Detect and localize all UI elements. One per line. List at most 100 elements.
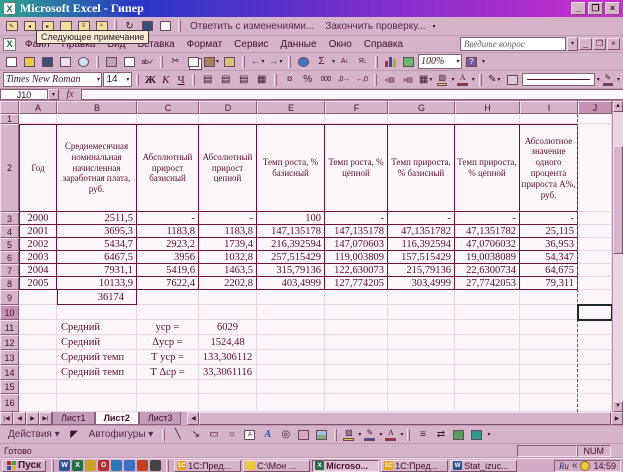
task-button[interactable]: XMicroso... [312,460,379,472]
toolbar-options-icon[interactable]: ▾ [617,76,620,83]
row-header-16[interactable]: 16 [0,394,19,412]
row-header-2[interactable]: 2 [0,124,19,212]
cell-H8[interactable]: 27,7742053 [455,277,520,290]
start-button[interactable]: Пуск [2,460,46,472]
sheet-tab-Лист1[interactable]: Лист1 [52,412,95,425]
draw-border-icon[interactable]: ✎▾ [486,72,503,87]
open-folder-icon[interactable] [21,54,38,69]
cell-H2[interactable]: Темп прироста, % цепной [455,124,520,212]
cell-C6[interactable]: 3956 [137,251,199,264]
sort-descending-icon[interactable]: Я↓ [354,54,371,69]
cell-G8[interactable]: 303,4999 [388,277,455,290]
edit-comment-icon[interactable]: ✎ [3,19,20,34]
zoom-select[interactable]: 100%▾ [418,54,462,69]
clock-icon[interactable] [580,461,590,471]
decrease-indent-icon[interactable]: «▤ [381,72,398,87]
align-center-icon[interactable]: ▤ [217,72,234,87]
italic-button[interactable]: К [159,74,173,86]
cell-H5[interactable]: 47,0706032 [455,238,520,251]
undo-icon[interactable]: ←▾ [249,54,266,69]
cell-H9[interactable] [455,290,520,305]
cell-A3[interactable]: 2000 [19,212,57,225]
wordart-icon[interactable]: А [259,427,276,442]
tray-collapse-icon[interactable]: « [572,460,578,471]
column-header-H[interactable]: H [455,101,520,114]
help-icon[interactable]: ? [463,54,480,69]
line-style-dropdown-icon[interactable]: ▾ [597,76,600,83]
cell-F8[interactable]: 127,774205 [325,277,388,290]
comma-style-icon[interactable]: 000 [317,72,334,87]
cell-I4[interactable]: 25,115 [520,225,578,238]
cell-G9[interactable] [388,290,455,305]
chat-icon[interactable] [137,460,148,471]
format-painter-icon[interactable] [221,54,238,69]
horizontal-scrollbar[interactable]: ◀ ▶ [187,412,623,425]
row-header-15[interactable]: 15 [0,380,19,394]
font-color-icon[interactable]: А [455,73,469,87]
cell-B5[interactable]: 5434,7 [57,238,137,251]
cell-I16[interactable] [520,394,578,412]
line-color-icon[interactable]: ✎ [601,73,615,87]
cell-H14[interactable] [455,365,520,380]
cell-F15[interactable] [325,380,388,394]
column-header-C[interactable]: C [137,101,199,114]
sort-ascending-icon[interactable]: А↓ [336,54,353,69]
cell-B14[interactable]: Средний темп [57,365,137,380]
row-header-3[interactable]: 3 [0,212,19,225]
last-sheet-icon[interactable]: ▶| [39,412,52,425]
cell-D15[interactable] [199,380,257,394]
cell-A12[interactable] [19,335,57,350]
cell-B12[interactable]: Средний [57,335,137,350]
column-header-I[interactable]: I [520,101,578,114]
merge-center-icon[interactable]: ▦ [253,72,270,87]
opera-icon[interactable]: O [98,460,109,471]
borders-icon[interactable]: ▦▾ [417,72,434,87]
cell-C2[interactable]: Абсолютный прирост базисный [137,124,199,212]
cell-H10[interactable] [455,305,520,320]
column-header-E[interactable]: E [257,101,325,114]
text-box-icon[interactable]: A [241,427,258,442]
row-header-14[interactable]: 14 [0,365,19,380]
arrow-icon[interactable]: ↘ [187,427,204,442]
cell-J12[interactable] [578,335,612,350]
cell-G11[interactable] [388,320,455,335]
row-header-9[interactable]: 9 [0,290,19,305]
cell-F16[interactable] [325,394,388,412]
fill-color-icon[interactable]: ▨ [435,73,449,87]
cell-J5[interactable] [578,238,612,251]
cell-B8[interactable]: 10133,9 [57,277,137,290]
cell-I7[interactable]: 64,675 [520,264,578,277]
excel-icon[interactable]: X [72,460,83,471]
cell-E13[interactable] [257,350,325,365]
cell-I11[interactable] [520,320,578,335]
cell-F1[interactable] [325,114,388,124]
row-header-12[interactable]: 12 [0,335,19,350]
cell-C14[interactable]: Т Δср = [137,365,199,380]
cell-B11[interactable]: Средний [57,320,137,335]
menu-item-Справка[interactable]: Справка [358,37,409,52]
cell-F14[interactable] [325,365,388,380]
workbook-close-button[interactable]: × [607,38,620,50]
cell-C13[interactable]: Т уср = [137,350,199,365]
cell-E12[interactable] [257,335,325,350]
percent-icon[interactable]: % [299,72,316,87]
cell-E15[interactable] [257,380,325,394]
font-color-dropdown-icon[interactable]: ▾ [472,76,475,83]
paste-icon[interactable]: ▾ [203,54,220,69]
fill-color-icon[interactable]: ▨ [341,428,356,442]
cell-A4[interactable]: 2001 [19,225,57,238]
cell-I6[interactable]: 54,347 [520,251,578,264]
sheet-tab-Лист3[interactable]: Лист3 [139,412,182,425]
cell-G1[interactable] [388,114,455,124]
toolbar-options-icon[interactable]: ▾ [433,23,436,30]
cell-E16[interactable] [257,394,325,412]
cell-A16[interactable] [19,394,57,412]
cell-D2[interactable]: Абсолютный прирост цепной [199,124,257,212]
cell-G13[interactable] [388,350,455,365]
cell-I9[interactable] [520,290,578,305]
select-all-corner[interactable] [0,101,19,114]
cell-G7[interactable]: 215,79136 [388,264,455,277]
cell-G3[interactable]: - [388,212,455,225]
insert-function-icon[interactable]: fx [59,89,81,100]
cell-C12[interactable]: Δуср = [137,335,199,350]
